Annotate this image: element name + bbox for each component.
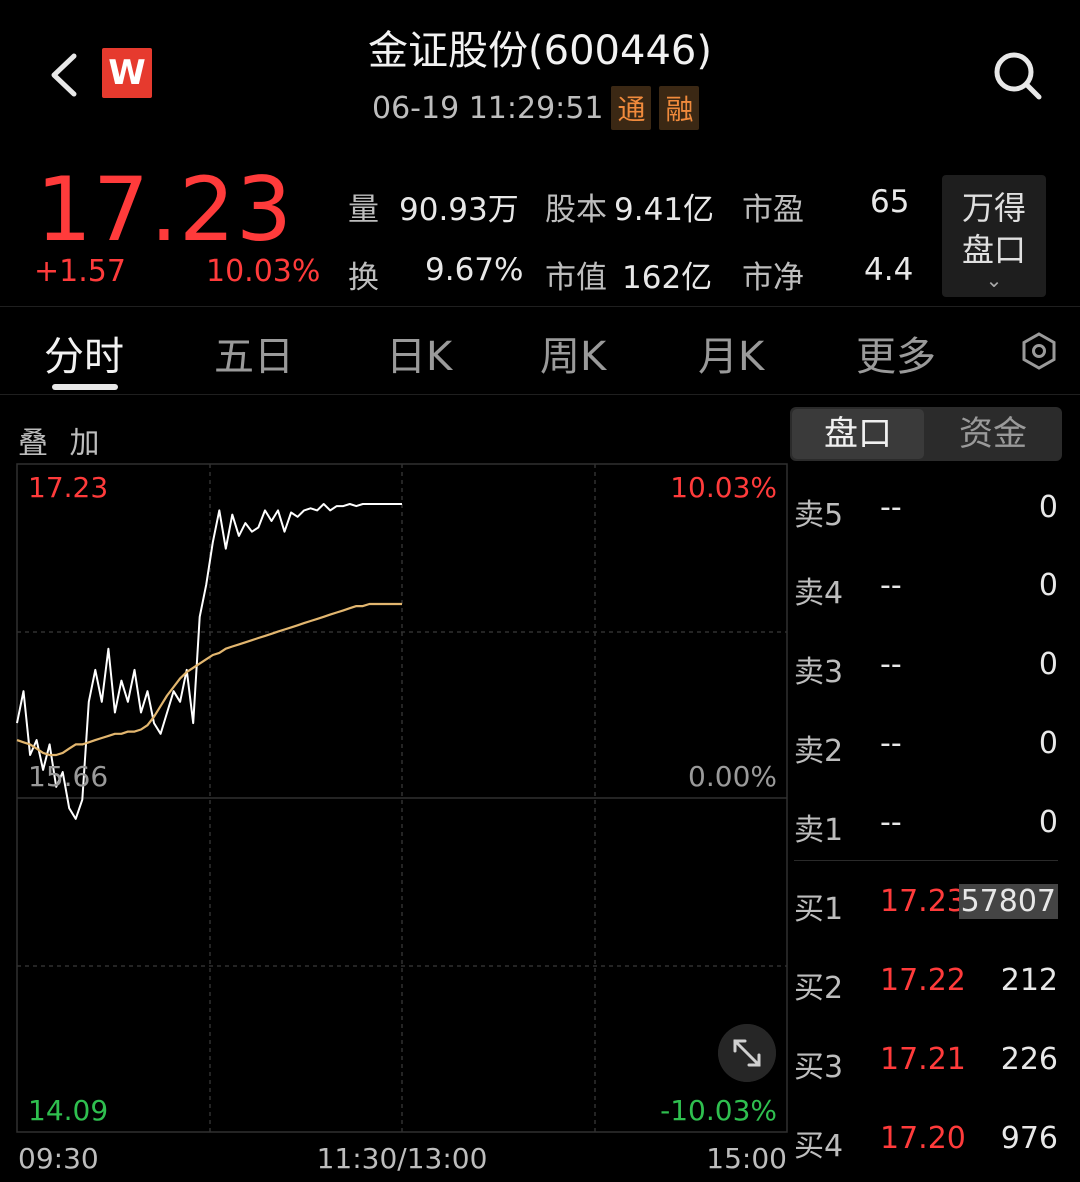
bid-volume: 212	[1000, 963, 1058, 998]
volume-value: 90.93万	[399, 192, 519, 228]
tab-intraday[interactable]: 分时	[44, 324, 124, 382]
chevron-down-icon: ⌄	[985, 268, 1003, 292]
tab-active-indicator	[52, 384, 118, 390]
ask-price: --	[880, 490, 902, 525]
ask-level-label: 卖2	[794, 734, 844, 769]
tab-more[interactable]: 更多	[856, 324, 936, 382]
price-change: +1.57	[34, 254, 126, 289]
tag-tong-badge: 通	[611, 86, 652, 130]
share-capital-value: 9.41亿	[614, 192, 715, 228]
timestamp-line: 06-19 11:29:51 通 融	[372, 86, 700, 130]
tab-monthly-k[interactable]: 月K	[698, 324, 764, 382]
expand-icon[interactable]	[718, 1024, 776, 1082]
bid-price: 17.23	[880, 884, 966, 919]
bid-volume: 57807	[958, 884, 1058, 919]
bid-row: 买3 17.21 226	[794, 1042, 1058, 1092]
tab-fund-flow[interactable]: 资金	[926, 407, 1060, 461]
turnover-value: 9.67%	[425, 252, 524, 288]
tab-orderbook[interactable]: 盘口	[792, 409, 924, 459]
wind-orderbook-button[interactable]: 万得 盘口 ⌄	[942, 175, 1046, 297]
ask-volume: 0	[1038, 490, 1058, 525]
pb-value: 4.4	[864, 252, 914, 288]
bid-row: 买2 17.22 212	[794, 963, 1058, 1013]
ask-row: 卖5 -- 0	[794, 490, 1058, 540]
pct-axis-label-mid: 0.00%	[688, 760, 777, 793]
bid-level-label: 买4	[794, 1129, 844, 1164]
orderbook-divider	[794, 860, 1058, 861]
tag-rong-badge: 融	[659, 86, 700, 130]
bid-price: 17.20	[880, 1121, 966, 1156]
intraday-chart: 17.23 15.66 14.09 10.03% 0.00% -10.03% 0…	[16, 463, 788, 1175]
bid-volume: 976	[1000, 1121, 1058, 1156]
y-axis-label-mid: 15.66	[28, 760, 108, 793]
ask-volume: 0	[1038, 568, 1058, 603]
pb-label: 市净	[742, 260, 804, 296]
bid-price: 17.22	[880, 963, 966, 998]
ask-level-label: 卖4	[794, 576, 844, 611]
ask-volume: 0	[1038, 647, 1058, 682]
x-axis-label-start: 09:30	[18, 1142, 99, 1175]
pct-axis-label-top: 10.03%	[670, 471, 777, 504]
ask-price: --	[880, 726, 902, 761]
ask-price: --	[880, 568, 902, 603]
volume-label: 量	[348, 192, 379, 228]
pe-label: 市盈	[742, 192, 804, 228]
wind-button-line2: 盘口	[961, 231, 1026, 269]
bid-row: 买1 17.23 57807	[794, 884, 1058, 934]
tab-five-day[interactable]: 五日	[214, 324, 294, 382]
ask-level-label: 卖3	[794, 655, 844, 690]
last-price: 17.23	[36, 158, 293, 261]
market-cap-label: 市值	[545, 260, 607, 296]
pct-axis-label-bottom: -10.03%	[660, 1094, 777, 1127]
ask-price: --	[880, 647, 902, 682]
ask-price: --	[880, 805, 902, 840]
share-capital-label: 股本	[545, 192, 607, 228]
divider	[0, 306, 1080, 307]
ask-row: 卖1 -- 0	[794, 805, 1058, 855]
wind-button-line1: 万得	[961, 189, 1026, 227]
ask-row: 卖4 -- 0	[794, 568, 1058, 618]
bid-price: 17.21	[880, 1042, 966, 1077]
ask-volume: 0	[1038, 726, 1058, 761]
chart-grid	[16, 463, 788, 1133]
y-axis-label-bottom: 14.09	[28, 1094, 108, 1127]
market-cap-value: 162亿	[622, 260, 713, 296]
bid-volume: 226	[1000, 1042, 1058, 1077]
ask-level-label: 卖1	[794, 813, 844, 848]
ask-row: 卖3 -- 0	[794, 647, 1058, 697]
x-axis-label-mid: 11:30/13:00	[317, 1142, 488, 1175]
y-axis-label-top: 17.23	[28, 471, 108, 504]
bid-row: 买4 17.20 976	[794, 1121, 1058, 1171]
pe-value: 65	[870, 184, 910, 220]
page-title: 金证股份(600446)	[368, 28, 712, 74]
ask-level-label: 卖5	[794, 498, 844, 533]
timestamp: 06-19 11:29:51	[372, 90, 604, 126]
settings-icon[interactable]	[1020, 332, 1058, 370]
x-axis-label-end: 15:00	[706, 1142, 787, 1175]
tab-daily-k[interactable]: 日K	[386, 324, 452, 382]
search-icon[interactable]	[990, 48, 1046, 104]
ask-volume: 0	[1038, 805, 1058, 840]
tab-weekly-k[interactable]: 周K	[540, 324, 606, 382]
turnover-label: 换	[348, 260, 379, 296]
divider	[0, 394, 1080, 395]
bid-level-label: 买1	[794, 892, 844, 927]
ask-row: 卖2 -- 0	[794, 726, 1058, 776]
bid-level-label: 买2	[794, 971, 844, 1006]
price-change-pct: 10.03%	[206, 254, 321, 289]
bid-level-label: 买3	[794, 1050, 844, 1085]
